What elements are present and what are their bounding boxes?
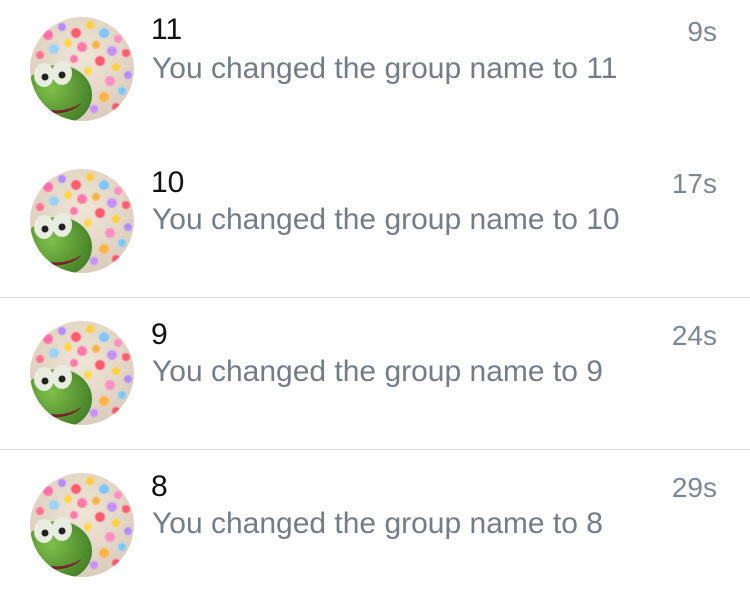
avatar xyxy=(30,17,134,121)
kermit-hearts-avatar-icon xyxy=(30,321,134,425)
conversation-preview: You changed the group name to 10 xyxy=(152,203,620,236)
conversation-title: 9 xyxy=(151,318,168,351)
list-item[interactable]: 9 You changed the group name to 9 24s xyxy=(0,298,750,450)
conversation-time: 17s xyxy=(671,168,717,199)
conversation-list: 11 You changed the group name to 11 9s 1… xyxy=(0,0,750,597)
conversation-preview: You changed the group name to 8 xyxy=(152,507,603,540)
avatar xyxy=(30,169,134,273)
kermit-hearts-avatar-icon xyxy=(30,169,134,273)
kermit-hearts-avatar-icon xyxy=(30,17,134,121)
conversation-time: 29s xyxy=(671,472,717,503)
conversation-title: 11 xyxy=(151,13,183,46)
list-item[interactable]: 8 You changed the group name to 8 29s xyxy=(0,450,750,597)
kermit-hearts-avatar-icon xyxy=(30,473,134,577)
conversation-preview: You changed the group name to 11 xyxy=(152,52,618,85)
conversation-time: 24s xyxy=(671,320,717,351)
avatar xyxy=(30,321,134,425)
list-item[interactable]: 10 You changed the group name to 10 17s xyxy=(0,146,750,298)
avatar xyxy=(30,473,134,577)
conversation-preview: You changed the group name to 9 xyxy=(152,355,603,388)
list-item[interactable]: 11 You changed the group name to 11 9s xyxy=(0,0,750,147)
conversation-time: 9s xyxy=(687,16,717,47)
conversation-title: 10 xyxy=(151,166,185,199)
conversation-title: 8 xyxy=(151,470,168,503)
